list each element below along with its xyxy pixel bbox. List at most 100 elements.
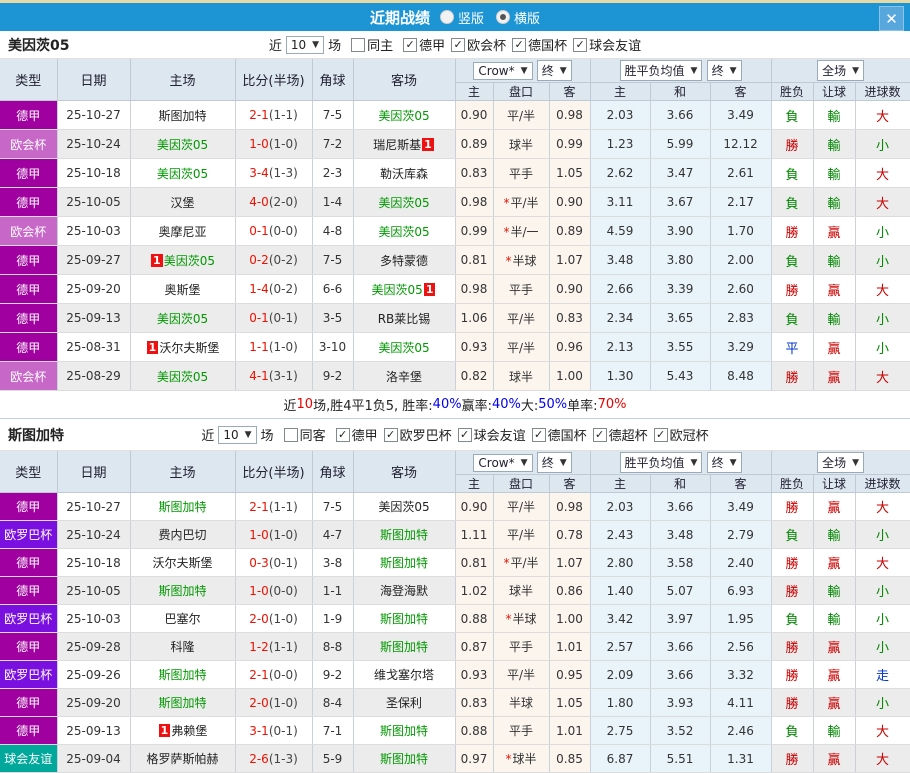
away-team-cell[interactable]: RB莱比锡 [353, 303, 456, 333]
goals-result-cell: 小 [855, 632, 910, 661]
goals-result-cell: 大 [855, 100, 910, 130]
checkbox-checked-icon[interactable]: ✓ [457, 427, 472, 442]
away-team-cell[interactable]: 斯图加特 [353, 716, 456, 745]
same-venue-label: 同客 [299, 429, 326, 444]
home-team-cell[interactable]: 斯图加特 [130, 100, 236, 130]
away-team-cell[interactable]: 斯图加特 [353, 548, 456, 577]
scope-select[interactable]: 全场 ▼ [817, 60, 865, 81]
checkbox-checked-icon[interactable]: ✓ [383, 427, 398, 442]
away-team-cell[interactable]: 美因茨05 [353, 492, 456, 521]
home-team-cell[interactable]: 斯图加特 [130, 492, 236, 521]
home-team-cell[interactable]: 1 美因茨05 [130, 245, 236, 275]
avg-time-select[interactable]: 终 ▼ [706, 452, 742, 473]
league-filter-球会友谊[interactable]: ✓ 球会友谊 [457, 425, 526, 444]
let-ball-result-cell: 贏 [813, 660, 856, 689]
league-filter-德国杯[interactable]: ✓ 德国杯 [512, 35, 567, 54]
checkbox-checked-icon[interactable]: ✓ [531, 427, 546, 442]
home-team-cell[interactable]: 1 沃尔夫斯堡 [130, 332, 236, 362]
radio-horizontal-layout[interactable]: 横版 [496, 8, 540, 27]
team-title-mainz: 美因茨05 [8, 37, 70, 54]
home-team-cell[interactable]: 汉堡 [130, 187, 236, 217]
checkbox-checked-icon[interactable]: ✓ [592, 427, 607, 442]
league-filter-球会友谊[interactable]: ✓ 球会友谊 [573, 35, 641, 54]
goals-result-cell: 小 [855, 332, 910, 362]
radio-vertical-layout[interactable]: 竖版 [439, 8, 484, 27]
league-filter-欧会杯[interactable]: ✓ 欧会杯 [451, 35, 506, 54]
games-count-select[interactable]: 10 ▼ [218, 425, 257, 444]
away-team-cell[interactable]: 多特蒙德 [353, 245, 456, 275]
home-team-cell[interactable]: 美因茨05 [130, 303, 236, 333]
home-team-cell[interactable]: 美因茨05 [130, 361, 236, 391]
away-team-cell[interactable]: 维戈塞尔塔 [353, 660, 456, 689]
away-team-cell[interactable]: 瑞尼斯基 1 [353, 129, 456, 159]
away-team-cell[interactable]: 美因茨05 [353, 100, 456, 130]
away-team-cell[interactable]: 勒沃库森 [353, 158, 456, 188]
league-filter-欧冠杯[interactable]: ✓ 欧冠杯 [653, 425, 709, 444]
home-team-cell[interactable]: 美因茨05 [130, 129, 236, 159]
goals-result-cell: 大 [855, 187, 910, 217]
checkbox-checked-icon[interactable]: ✓ [451, 37, 466, 52]
away-team-cell[interactable]: 美因茨05 [353, 187, 456, 217]
odds-time-select[interactable]: 终 ▼ [536, 452, 572, 473]
home-odds-cell: 0.83 [455, 688, 494, 717]
checkbox-checked-icon[interactable]: ✓ [653, 427, 668, 442]
checkbox-checked-icon[interactable]: ✓ [335, 427, 350, 442]
home-team-cell[interactable]: 巴塞尔 [130, 604, 236, 633]
checkbox-checked-icon[interactable]: ✓ [512, 37, 527, 52]
close-icon[interactable]: ✕ [879, 6, 904, 31]
final-score: 1-0 [249, 527, 269, 542]
away-team-cell[interactable]: 美因茨05 [353, 332, 456, 362]
checkbox-icon[interactable] [283, 427, 298, 442]
checkbox-icon[interactable] [351, 37, 366, 52]
away-team-cell[interactable]: 海登海默 [353, 576, 456, 605]
away-team-cell[interactable]: 斯图加特 [353, 632, 456, 661]
league-filter-欧罗巴杯[interactable]: ✓ 欧罗巴杯 [383, 425, 452, 444]
final-score: 0-1 [249, 224, 269, 238]
away-team-cell[interactable]: 美因茨05 [353, 216, 456, 246]
away-team-cell[interactable]: 斯图加特 [353, 604, 456, 633]
home-team-cell[interactable]: 奥摩尼亚 [130, 216, 236, 246]
home-team-cell[interactable]: 美因茨05 [130, 158, 236, 188]
bookmaker-select[interactable]: Crow* ▼ [473, 62, 533, 80]
league-filter-德甲[interactable]: ✓ 德甲 [335, 425, 378, 444]
home-team-cell[interactable]: 奥斯堡 [130, 274, 236, 304]
summary-segment: 场,胜4平1负5, 胜率: [313, 399, 433, 414]
home-team-cell[interactable]: 科隆 [130, 632, 236, 661]
home-team-cell[interactable]: 费内巴切 [130, 520, 236, 549]
home-team-cell[interactable]: 沃尔夫斯堡 [130, 548, 236, 577]
bookmaker-select[interactable]: Crow* ▼ [473, 454, 533, 472]
home-team-cell[interactable]: 格罗萨斯帕赫 [130, 744, 236, 773]
score-cell: 2-6(1-3) [235, 744, 313, 773]
league-filter-德国杯[interactable]: ✓ 德国杯 [531, 425, 587, 444]
avg-odds-select[interactable]: 胜平负均值 ▼ [619, 452, 703, 473]
away-team-cell[interactable]: 斯图加特 [353, 520, 456, 549]
team-name-label: 美因茨05 [156, 166, 209, 181]
home-team-cell[interactable]: 1 弗赖堡 [130, 716, 236, 745]
away-odds-cell: 0.85 [549, 744, 591, 773]
radio-icon[interactable] [439, 10, 454, 24]
odds-time-select[interactable]: 终 ▼ [536, 60, 572, 81]
team-name-label: 巴塞尔 [164, 612, 201, 626]
away-team-cell[interactable]: 美因茨05 1 [353, 274, 456, 304]
radio-selected-icon[interactable] [496, 10, 510, 24]
home-team-cell[interactable]: 斯图加特 [130, 660, 236, 689]
away-team-cell[interactable]: 圣保利 [353, 688, 456, 717]
away-team-cell[interactable]: 洛辛堡 [353, 361, 456, 391]
avg-odds-select[interactable]: 胜平负均值 ▼ [619, 60, 703, 81]
home-team-cell[interactable]: 斯图加特 [130, 576, 236, 605]
col-corner: 角球 [312, 451, 354, 493]
checkbox-checked-icon[interactable]: ✓ [573, 37, 588, 52]
same-venue-filter[interactable]: 同客 [283, 425, 326, 444]
let-ball-result-cell: 贏 [813, 632, 856, 661]
away-odds-cell: 0.90 [549, 274, 591, 304]
league-filter-德超杯[interactable]: ✓ 德超杯 [592, 425, 648, 444]
home-team-cell[interactable]: 斯图加特 [130, 688, 236, 717]
games-count-select[interactable]: 10 ▼ [285, 35, 325, 54]
avg-time-select[interactable]: 终 ▼ [706, 60, 742, 81]
same-venue-filter[interactable]: 同主 [351, 35, 393, 54]
match-date: 25-09-13 [57, 716, 131, 745]
checkbox-checked-icon[interactable]: ✓ [403, 37, 418, 52]
away-team-cell[interactable]: 斯图加特 [353, 744, 456, 773]
league-filter-德甲[interactable]: ✓ 德甲 [403, 35, 445, 54]
scope-select[interactable]: 全场 ▼ [817, 452, 865, 473]
